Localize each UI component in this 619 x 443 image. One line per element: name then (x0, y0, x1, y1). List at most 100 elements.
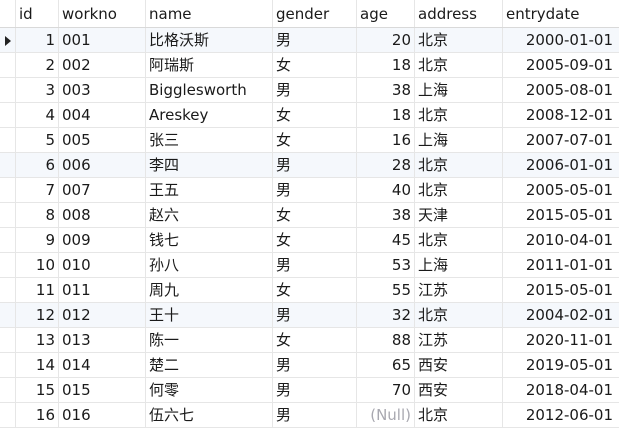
cell-age[interactable]: 40 (357, 178, 415, 202)
cell-address[interactable]: 江苏 (415, 278, 503, 302)
cell-workno[interactable]: 011 (59, 278, 146, 302)
cell-name[interactable]: 陈一 (146, 328, 273, 352)
cell-id[interactable]: 16 (16, 403, 59, 427)
cell-age[interactable]: 53 (357, 253, 415, 277)
cell-workno[interactable]: 009 (59, 228, 146, 252)
cell-entrydate[interactable]: 2011-01-01 (503, 253, 619, 277)
cell-entrydate[interactable]: 2020-11-01 (503, 328, 619, 352)
row-indicator[interactable] (0, 178, 16, 202)
row-indicator[interactable] (0, 353, 16, 377)
row-indicator[interactable] (0, 28, 16, 52)
column-header-name[interactable]: name (146, 0, 273, 27)
cell-entrydate[interactable]: 2019-05-01 (503, 353, 619, 377)
cell-entrydate[interactable]: 2008-12-01 (503, 103, 619, 127)
cell-age[interactable]: 45 (357, 228, 415, 252)
cell-address[interactable]: 北京 (415, 53, 503, 77)
cell-age[interactable]: 88 (357, 328, 415, 352)
result-grid[interactable]: id workno name gender age address entryd… (0, 0, 619, 428)
cell-id[interactable]: 5 (16, 128, 59, 152)
row-indicator[interactable] (0, 228, 16, 252)
row-indicator[interactable] (0, 128, 16, 152)
cell-age[interactable]: 38 (357, 78, 415, 102)
cell-address[interactable]: 天津 (415, 203, 503, 227)
cell-workno[interactable]: 013 (59, 328, 146, 352)
cell-gender[interactable]: 女 (273, 228, 357, 252)
cell-gender[interactable]: 男 (273, 153, 357, 177)
row-indicator[interactable] (0, 278, 16, 302)
row-indicator[interactable] (0, 53, 16, 77)
cell-name[interactable]: 周九 (146, 278, 273, 302)
cell-address[interactable]: 江苏 (415, 328, 503, 352)
cell-entrydate[interactable]: 2012-06-01 (503, 403, 619, 427)
cell-id[interactable]: 3 (16, 78, 59, 102)
cell-name[interactable]: 比格沃斯 (146, 28, 273, 52)
cell-workno[interactable]: 001 (59, 28, 146, 52)
cell-entrydate[interactable]: 2007-07-01 (503, 128, 619, 152)
cell-address[interactable]: 北京 (415, 153, 503, 177)
column-header-address[interactable]: address (415, 0, 503, 27)
cell-address[interactable]: 上海 (415, 78, 503, 102)
cell-name[interactable]: 王十 (146, 303, 273, 327)
column-header-entrydate[interactable]: entrydate (503, 0, 619, 27)
cell-gender[interactable]: 男 (273, 303, 357, 327)
cell-gender[interactable]: 女 (273, 203, 357, 227)
table-row[interactable]: 4 004 Areskey 女 18 北京 2008-12-01 (0, 103, 619, 128)
column-header-id[interactable]: id (16, 0, 59, 27)
cell-entrydate[interactable]: 2005-08-01 (503, 78, 619, 102)
cell-gender[interactable]: 女 (273, 53, 357, 77)
table-row[interactable]: 6 006 李四男 28 北京 2006-01-01 (0, 153, 619, 178)
row-indicator[interactable] (0, 78, 16, 102)
cell-gender[interactable]: 女 (273, 328, 357, 352)
cell-address[interactable]: 上海 (415, 253, 503, 277)
table-row[interactable]: 8 008 赵六女 38 天津 2015-05-01 (0, 203, 619, 228)
cell-workno[interactable]: 008 (59, 203, 146, 227)
cell-gender[interactable]: 男 (273, 353, 357, 377)
row-indicator[interactable] (0, 303, 16, 327)
cell-address[interactable]: 北京 (415, 303, 503, 327)
cell-age[interactable]: 70 (357, 378, 415, 402)
cell-address[interactable]: 北京 (415, 28, 503, 52)
cell-id[interactable]: 9 (16, 228, 59, 252)
row-indicator[interactable] (0, 203, 16, 227)
cell-workno[interactable]: 002 (59, 53, 146, 77)
cell-age[interactable]: 65 (357, 353, 415, 377)
cell-gender[interactable]: 女 (273, 278, 357, 302)
cell-address[interactable]: 北京 (415, 403, 503, 427)
column-header-gender[interactable]: gender (273, 0, 357, 27)
cell-age[interactable]: 20 (357, 28, 415, 52)
cell-workno[interactable]: 003 (59, 78, 146, 102)
cell-name[interactable]: 王五 (146, 178, 273, 202)
cell-gender[interactable]: 男 (273, 403, 357, 427)
cell-name[interactable]: Bigglesworth (146, 78, 273, 102)
cell-entrydate[interactable]: 2018-04-01 (503, 378, 619, 402)
cell-gender[interactable]: 女 (273, 103, 357, 127)
cell-name[interactable]: Areskey (146, 103, 273, 127)
cell-workno[interactable]: 012 (59, 303, 146, 327)
row-indicator[interactable] (0, 378, 16, 402)
cell-name[interactable]: 孙八 (146, 253, 273, 277)
cell-entrydate[interactable]: 2015-05-01 (503, 203, 619, 227)
cell-gender[interactable]: 男 (273, 253, 357, 277)
table-row[interactable]: 3 003 Bigglesworth 男 38 上海 2005-08-01 (0, 78, 619, 103)
cell-entrydate[interactable]: 2005-09-01 (503, 53, 619, 77)
cell-id[interactable]: 11 (16, 278, 59, 302)
cell-address[interactable]: 北京 (415, 178, 503, 202)
cell-id[interactable]: 4 (16, 103, 59, 127)
row-indicator[interactable] (0, 328, 16, 352)
cell-id[interactable]: 1 (16, 28, 59, 52)
table-row[interactable]: 1 001 比格沃斯男 20 北京 2000-01-01 (0, 28, 619, 53)
cell-age[interactable]: 32 (357, 303, 415, 327)
cell-name[interactable]: 赵六 (146, 203, 273, 227)
cell-id[interactable]: 8 (16, 203, 59, 227)
cell-gender[interactable]: 女 (273, 128, 357, 152)
cell-gender[interactable]: 男 (273, 78, 357, 102)
table-row[interactable]: 13 013 陈一女 88 江苏 2020-11-01 (0, 328, 619, 353)
cell-workno[interactable]: 006 (59, 153, 146, 177)
row-indicator[interactable] (0, 403, 16, 427)
cell-age[interactable]: 38 (357, 203, 415, 227)
cell-name[interactable]: 何零 (146, 378, 273, 402)
cell-id[interactable]: 7 (16, 178, 59, 202)
cell-age[interactable]: 16 (357, 128, 415, 152)
cell-entrydate[interactable]: 2000-01-01 (503, 28, 619, 52)
row-indicator[interactable] (0, 153, 16, 177)
